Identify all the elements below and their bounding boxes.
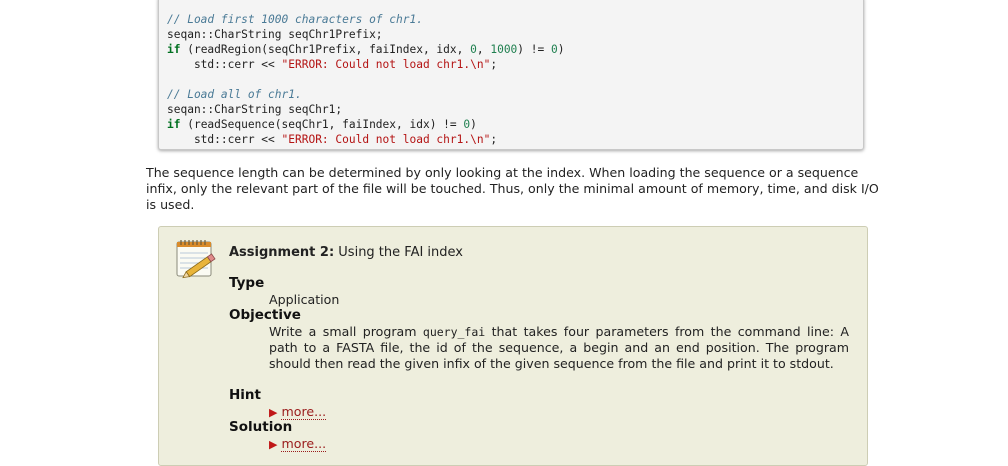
code-text: std::cerr << [167,58,282,71]
code-line: seqan::CharString seqChr1Prefix; [167,27,863,42]
assignment-number: Assignment 2: [229,245,335,260]
code-keyword: if [167,118,181,131]
code-block: // Load first 1000 characters of chr1. s… [158,0,864,150]
code-text: std::cerr << [167,133,282,146]
code-declaration: seqan::CharString seqChr1; [167,103,343,116]
code-text: , [476,43,491,56]
code-line: seqan::CharString seqChr1; [167,102,863,117]
code-line: if (readSequence(seqChr1, faiIndex, idx)… [167,117,863,132]
code-line: // Load all of chr1. [167,87,863,102]
code-comment: // Load all of chr1. [167,88,302,101]
code-declaration: seqan::CharString seqChr1Prefix; [167,28,383,41]
body-paragraph: The sequence length can be determined by… [146,165,879,212]
code-string: "ERROR: Could not load chr1.\n" [281,58,491,71]
solution-more-link[interactable]: more... [281,436,327,452]
code-line: std::cerr << "ERROR: Could not load chr1… [167,132,863,147]
assignment-box: Assignment 2: Using the FAI index Type A… [158,226,868,466]
type-value: Application [269,292,340,307]
code-text: (readRegion(seqChr1Prefix, faiIndex, idx… [180,43,471,56]
hint-more-link[interactable]: more... [281,404,327,420]
hint-label: Hint [229,387,261,403]
code-text: ) [470,118,477,131]
code-keyword: if [167,43,181,56]
expand-triangle-icon: ▶ [269,438,278,451]
assignment-title: Assignment 2: Using the FAI index [229,245,463,260]
code-string: "ERROR: Could not load chr1.\n" [281,133,491,146]
type-label: Type [229,275,265,291]
code-text: ; [490,133,498,146]
code-text: ; [490,58,498,71]
code-text: ) != [517,43,551,56]
expand-triangle-icon: ▶ [269,406,278,419]
code-number: 0 [550,43,558,56]
program-name-code: query_fai [422,325,486,339]
code-line: std::cerr << "ERROR: Could not load chr1… [167,57,863,72]
notepad-pencil-icon [176,240,216,279]
code-number: 0 [470,43,477,56]
code-text: ) [557,43,565,56]
objective-text-start: Write a small program [269,324,423,339]
objective-label: Objective [229,307,301,323]
code-line: if (readRegion(seqChr1Prefix, faiIndex, … [167,42,863,57]
hint-toggle[interactable]: ▶ more... [269,404,849,421]
solution-toggle[interactable]: ▶ more... [269,436,849,453]
assignment-name: Using the FAI index [334,245,463,260]
code-number: 1000 [490,43,518,56]
code-comment: // Load first 1000 characters of chr1. [167,13,423,26]
code-line: // Load first 1000 characters of chr1. [167,12,863,27]
solution-label: Solution [229,419,293,435]
objective-text: Write a small program query_fai that tak… [269,324,849,372]
code-text: (readSequence(seqChr1, faiIndex, idx) != [180,118,464,131]
